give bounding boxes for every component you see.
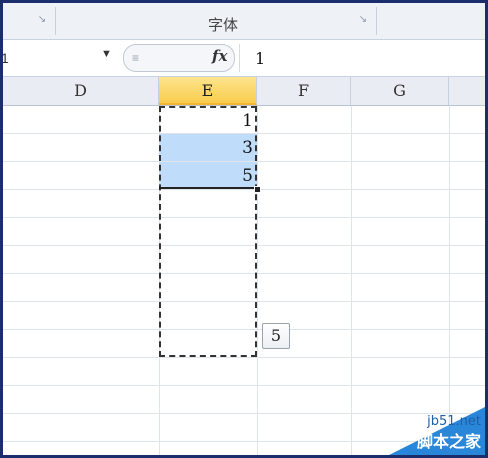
ribbon-font-group: ↘ 字体 ↘ <box>3 3 485 40</box>
column-header-d[interactable]: D <box>3 77 159 105</box>
autofill-value-tooltip: 5 <box>262 323 290 349</box>
insert-function-button[interactable]: fx <box>212 47 227 65</box>
ribbon-divider <box>376 7 377 35</box>
gridline <box>3 385 485 386</box>
formula-input[interactable]: 1 <box>255 49 265 68</box>
gridline <box>257 106 258 455</box>
formula-bar-divider <box>239 44 240 72</box>
name-box-value: 1 <box>1 50 9 66</box>
column-header-g[interactable]: G <box>351 77 449 105</box>
formula-bar-controls: ≡ fx <box>123 44 235 72</box>
gridline <box>351 106 352 455</box>
group-label-font: 字体 <box>207 16 238 34</box>
dropdown-arrow-icon[interactable]: ▼ <box>101 48 112 60</box>
ribbon-divider <box>55 7 56 35</box>
column-header-h[interactable] <box>449 77 485 105</box>
watermark: jb51.net 脚本之家 <box>389 407 485 455</box>
dialog-launcher-icon[interactable]: ↘ <box>36 14 48 26</box>
watermark-url: jb51.net <box>427 414 481 429</box>
formula-bar: 1 ▼ ≡ fx 1 <box>3 40 485 77</box>
watermark-name: 脚本之家 <box>416 432 481 451</box>
excel-window: ↘ 字体 ↘ 1 ▼ ≡ fx 1 D E F G 1 3 5 5 jb51.n… <box>0 0 488 458</box>
gridline <box>3 357 485 358</box>
column-headers: D E F G <box>3 77 485 106</box>
gridline <box>449 106 450 455</box>
fill-handle[interactable] <box>254 186 261 193</box>
fill-range-marquee <box>159 106 257 357</box>
selection-border <box>159 187 257 189</box>
worksheet-grid[interactable]: 1 3 5 5 <box>3 106 485 455</box>
font-dialog-launcher-icon[interactable]: ↘ <box>357 14 369 26</box>
resize-handle-icon[interactable]: ≡ <box>132 51 139 65</box>
column-header-f[interactable]: F <box>257 77 351 105</box>
column-header-e[interactable]: E <box>159 77 257 105</box>
